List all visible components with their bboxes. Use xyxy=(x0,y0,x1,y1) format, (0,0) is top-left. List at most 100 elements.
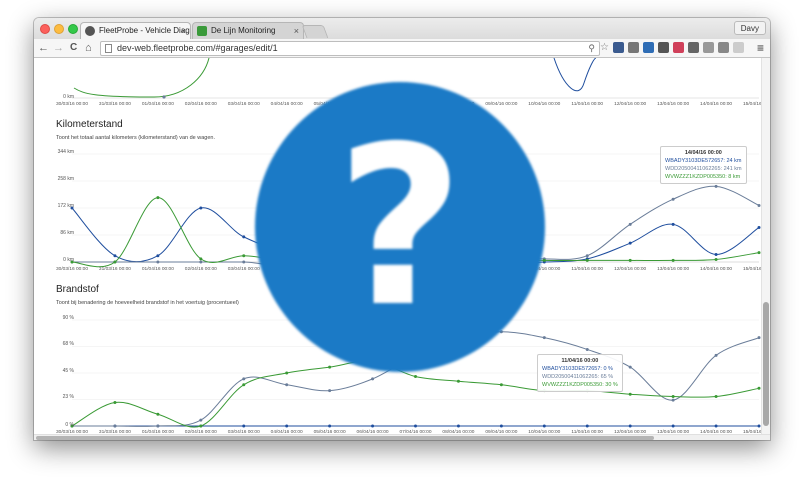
forward-icon[interactable]: → xyxy=(53,41,64,55)
tooltip-header: 14/04/16 00:00 xyxy=(684,150,722,156)
address-bar[interactable]: dev-web.fleetprobe.com/#garages/edit/1 ⚲ xyxy=(100,41,600,56)
data-point xyxy=(499,424,503,428)
data-point xyxy=(156,260,160,264)
top-x-tick: 04/04/16 00:00 xyxy=(270,102,303,107)
extension-icon[interactable] xyxy=(733,42,744,53)
horizontal-scrollbar[interactable] xyxy=(34,434,770,440)
top-x-tick: 01/04/16 00:00 xyxy=(141,102,174,107)
data-point xyxy=(542,336,546,340)
data-point xyxy=(285,424,289,428)
tooltip-line: WDD20500411062265: 65 % xyxy=(542,374,614,380)
extension-icon[interactable] xyxy=(658,42,669,53)
data-point xyxy=(199,257,203,261)
top-x-tick: 11/04/16 00:00 xyxy=(571,102,604,107)
home-icon[interactable]: ⌂ xyxy=(85,41,92,55)
scrollbar-thumb[interactable] xyxy=(36,436,654,440)
x-tick: 12/04/16 00:00 xyxy=(614,267,647,272)
pocket-icon[interactable] xyxy=(673,42,684,53)
fleetprobe-favicon-icon xyxy=(85,26,95,36)
profile-button[interactable]: Davy xyxy=(733,21,766,35)
data-point xyxy=(285,371,289,375)
minimize-window-button[interactable] xyxy=(54,24,64,34)
data-point xyxy=(671,222,675,226)
km-y-tick: 86 km xyxy=(60,230,74,236)
data-point xyxy=(499,383,503,387)
data-point xyxy=(156,196,160,200)
data-point xyxy=(585,258,589,262)
bookmark-star-icon[interactable]: ☆ xyxy=(600,42,609,53)
data-point xyxy=(242,424,246,428)
x-tick: 02/04/16 00:00 xyxy=(184,267,217,272)
top-chart-series-line xyxy=(73,58,210,98)
x-tick: 06/04/16 00:00 xyxy=(356,267,389,272)
tab-fleetprobe[interactable]: FleetProbe - Vehicle Diagn × xyxy=(80,22,191,39)
top-x-tick: 30/03/16 00:00 xyxy=(55,102,89,107)
data-point xyxy=(671,395,675,399)
data-point xyxy=(456,424,460,428)
tab-title: De Lijn Monitoring xyxy=(211,26,276,35)
x-tick: 07/04/16 00:00 xyxy=(399,267,432,272)
top-x-tick: 02/04/16 00:00 xyxy=(184,102,217,107)
top-chart-y-tick: 0 km xyxy=(63,94,74,100)
page-content: 0 km Kilometerstand Toont het totaal aan… xyxy=(34,58,761,434)
data-point xyxy=(714,184,718,188)
x-tick: 05/04/16 00:00 xyxy=(313,267,346,272)
top-x-tick: 09/04/16 00:00 xyxy=(485,102,518,107)
data-point xyxy=(156,254,160,258)
page-icon xyxy=(105,44,112,53)
extension-icon[interactable] xyxy=(628,42,639,53)
x-tick: 10/04/16 00:00 xyxy=(528,267,561,272)
x-tick: 08/04/16 00:00 xyxy=(442,267,475,272)
extension-icon[interactable] xyxy=(703,42,714,53)
extension-icon[interactable] xyxy=(688,42,699,53)
extension-icon[interactable] xyxy=(613,42,624,53)
data-point xyxy=(328,389,332,393)
x-tick: 03/04/16 00:00 xyxy=(227,267,260,272)
top-x-tick: 12/04/16 00:00 xyxy=(614,102,647,107)
zoom-window-button[interactable] xyxy=(68,24,78,34)
km-tooltip: 14/04/16 00:00 WBADY3103DE572657: 24 km … xyxy=(660,146,747,184)
search-icon[interactable]: ⚲ xyxy=(588,42,595,55)
x-tick: 11/04/16 00:00 xyxy=(571,267,604,272)
back-icon[interactable]: ← xyxy=(38,41,49,55)
data-point xyxy=(671,398,675,402)
kilometer-title: Kilometerstand xyxy=(56,119,123,130)
fuel-y-tick: 45 % xyxy=(62,368,74,374)
fuel-y-tick: 0 % xyxy=(65,422,74,428)
data-point xyxy=(156,412,160,416)
menu-icon[interactable]: ≡ xyxy=(757,41,764,55)
data-point xyxy=(456,336,460,340)
tab-close-icon[interactable]: × xyxy=(294,23,299,39)
data-point xyxy=(414,375,417,379)
tab-close-icon[interactable]: × xyxy=(181,23,186,39)
data-point xyxy=(714,353,718,357)
vertical-scrollbar[interactable] xyxy=(761,58,770,434)
top-x-tick: 08/04/16 00:00 xyxy=(442,102,475,107)
scrollbar-thumb[interactable] xyxy=(763,302,769,426)
data-point xyxy=(585,347,589,351)
extension-icon[interactable] xyxy=(643,42,654,53)
data-point xyxy=(371,257,375,261)
close-window-button[interactable] xyxy=(40,24,50,34)
data-point xyxy=(714,395,718,399)
data-point xyxy=(628,424,632,428)
drive-icon[interactable] xyxy=(718,42,729,53)
tab-de-lijn-monitoring[interactable]: De Lijn Monitoring × xyxy=(192,22,304,39)
data-point xyxy=(113,424,117,428)
top-chart-point xyxy=(162,95,166,99)
series-line xyxy=(71,360,760,428)
tooltip-header: 11/04/16 00:00 xyxy=(561,358,599,364)
charts-canvas xyxy=(70,58,761,428)
reload-icon[interactable]: C xyxy=(70,41,77,55)
km-y-tick: 172 km xyxy=(57,203,74,209)
top-x-tick: 07/04/16 00:00 xyxy=(399,102,432,107)
new-tab-button[interactable] xyxy=(301,25,329,38)
series-line xyxy=(72,331,760,427)
top-x-tick: 03/04/16 00:00 xyxy=(227,102,260,107)
data-point xyxy=(113,254,117,258)
x-tick: 15/04/16 00:00 xyxy=(742,267,761,272)
data-point xyxy=(671,424,675,428)
kilometer-description: Toont het totaal aantal kilometers (kilo… xyxy=(56,135,215,141)
tab-title: FleetProbe - Vehicle Diagn xyxy=(99,26,191,35)
x-tick: 30/03/16 00:00 xyxy=(55,267,89,272)
